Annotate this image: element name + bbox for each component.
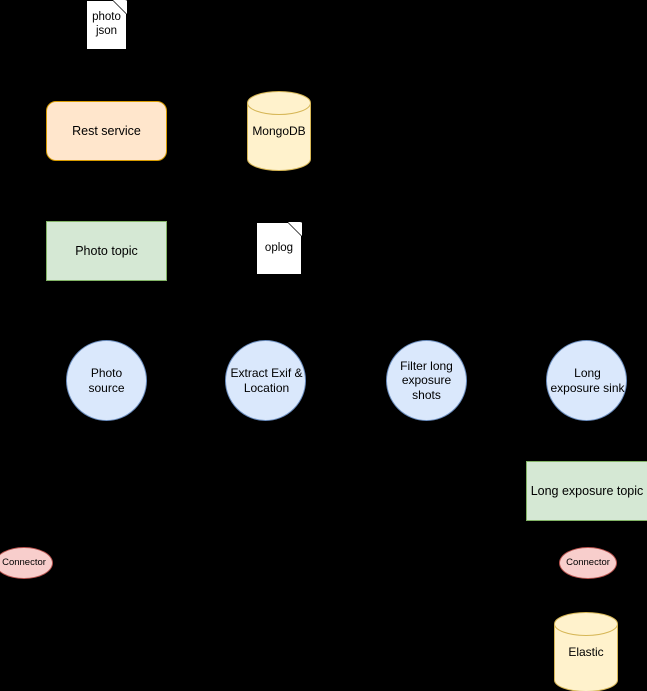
document-fold-face — [113, 0, 127, 14]
node-long-exposure-sink[interactable]: Long exposure sink — [546, 340, 627, 421]
node-rest-service-label: Rest service — [72, 123, 141, 138]
diagram-canvas: photo json Rest service MongoDB Photo to… — [0, 0, 647, 691]
document-fold-line — [287, 207, 302, 223]
node-long-exposure-topic[interactable]: Long exposure topic — [526, 461, 647, 521]
node-photo-topic[interactable]: Photo topic — [46, 221, 167, 281]
cylinder-shape-mongodb — [247, 91, 311, 171]
node-rest-service[interactable]: Rest service — [46, 101, 167, 161]
node-filter-long-exposure-label: Filter long exposure shots — [400, 359, 453, 402]
node-connector-right-label: Connector — [566, 557, 610, 569]
node-connector-left-label: Connector — [2, 557, 46, 569]
node-connector-right[interactable]: Connector — [559, 547, 617, 579]
node-elastic[interactable]: Elastic — [554, 612, 618, 691]
node-extract-exif-label: Extract Exif & Location — [230, 366, 303, 395]
node-connector-left[interactable]: Connector — [0, 547, 53, 579]
node-mongodb[interactable]: MongoDB — [247, 91, 311, 171]
node-long-exposure-sink-label: Long exposure sink — [550, 366, 625, 395]
node-photo-json[interactable]: photo json — [86, 0, 127, 50]
node-oplog[interactable]: oplog — [256, 207, 302, 275]
cylinder-shape-elastic — [554, 612, 618, 691]
node-photo-topic-label: Photo topic — [75, 243, 138, 258]
node-extract-exif[interactable]: Extract Exif & Location — [225, 340, 306, 421]
node-long-exposure-topic-label: Long exposure topic — [530, 483, 644, 498]
node-photo-source[interactable]: Photo source — [66, 340, 147, 421]
node-filter-long-exposure[interactable]: Filter long exposure shots — [386, 340, 467, 421]
node-photo-source-label: Photo source — [88, 366, 125, 395]
document-fold-face — [288, 222, 302, 236]
